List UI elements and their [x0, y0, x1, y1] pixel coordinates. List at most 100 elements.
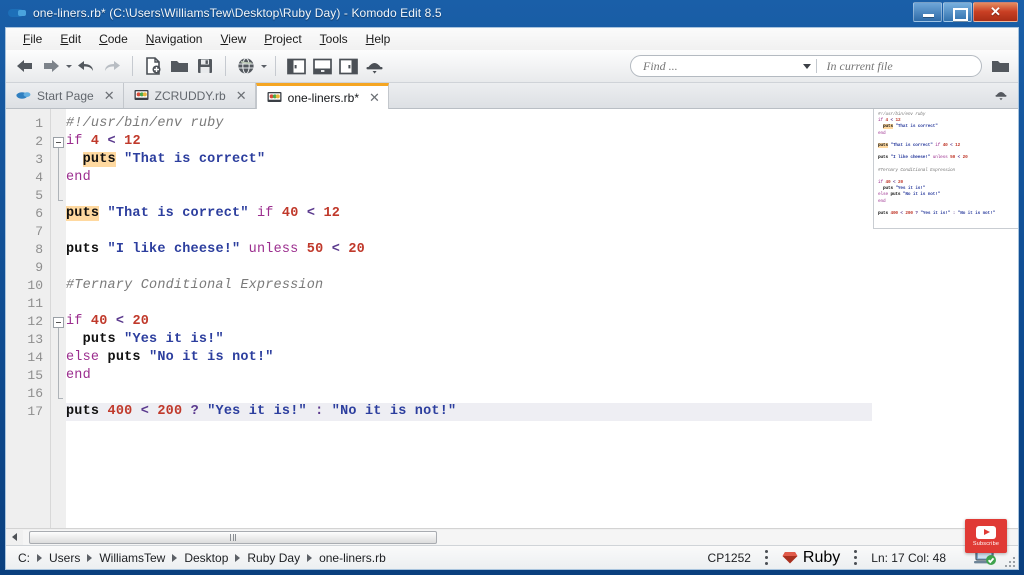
search-in-folder-icon[interactable]	[988, 55, 1012, 77]
line-number: 1	[35, 116, 43, 131]
scroll-left-icon[interactable]	[6, 530, 23, 545]
line-number: 12	[27, 314, 43, 329]
save-icon[interactable]	[192, 53, 218, 79]
tab-list-dropdown-icon[interactable]	[992, 85, 1010, 105]
search-history-dropdown-icon[interactable]	[798, 64, 816, 69]
fold-toggle-icon[interactable]	[53, 137, 64, 148]
menu-tools[interactable]: Tools	[311, 30, 357, 48]
code-token: 40	[281, 206, 299, 221]
minimap-token: #!/usr/bin/env ruby	[878, 112, 926, 117]
open-folder-icon[interactable]	[166, 53, 192, 79]
code-line[interactable]: #Ternary Conditional Expression	[66, 277, 323, 295]
right-pane-icon[interactable]	[335, 53, 361, 79]
bottom-pane-icon[interactable]	[309, 53, 335, 79]
breadcrumb-separator-icon	[87, 553, 93, 562]
close-icon[interactable]: ✕	[369, 91, 380, 104]
tab-start-page[interactable]: Start Page ✕	[6, 83, 124, 108]
code-folding-column[interactable]	[51, 109, 66, 528]
back-icon[interactable]	[12, 53, 38, 79]
code-token: <	[306, 206, 316, 221]
tab-one-liners-rb[interactable]: one-liners.rb* ✕	[255, 83, 389, 109]
new-file-icon[interactable]	[140, 53, 166, 79]
code-token: puts	[107, 350, 141, 365]
undo-icon[interactable]	[73, 53, 99, 79]
encoding-status[interactable]: CP1252	[694, 551, 765, 565]
code-token: <	[115, 314, 125, 329]
minimap[interactable]: #!/usr/bin/env ruby if 4 < 12 puts "That …	[873, 109, 1018, 229]
code-line[interactable]: else puts "No it is not!"	[66, 349, 274, 367]
menu-view[interactable]: View	[211, 30, 255, 48]
breadcrumb-item[interactable]: one-liners.rb	[319, 551, 386, 565]
menu-edit[interactable]: Edit	[51, 30, 90, 48]
left-pane-icon[interactable]	[283, 53, 309, 79]
redo-icon[interactable]	[99, 53, 125, 79]
code-line[interactable]: if 4 < 12	[66, 133, 141, 151]
minimap-token: "No it is not!"	[957, 211, 995, 216]
close-icon[interactable]: ✕	[236, 89, 247, 102]
editor-area[interactable]: 1 2 3 4 5 6 7 8 9 10 11 12 13 14 15 16 17 #!/usr/bin/env…	[6, 109, 1018, 528]
fold-range-end	[58, 398, 63, 399]
ruby-file-icon	[134, 89, 149, 102]
breadcrumb-item[interactable]: Users	[49, 551, 80, 565]
maximize-button[interactable]	[943, 2, 972, 22]
preview-dropdown-icon[interactable]	[259, 53, 268, 79]
code-token: if	[256, 206, 274, 221]
resize-grip-icon[interactable]	[1003, 555, 1015, 567]
code-line[interactable]: #!/usr/bin/env ruby	[66, 115, 224, 133]
komodo-icon	[8, 6, 26, 20]
minimap-token: puts	[890, 192, 901, 198]
breadcrumb[interactable]: C: Users WilliamsTew Desktop Ruby Day on…	[6, 551, 386, 565]
menu-help[interactable]: Help	[357, 30, 400, 48]
language-status[interactable]: Ruby	[768, 549, 854, 567]
menu-project[interactable]: Project	[255, 30, 310, 48]
code-line[interactable]: puts "Yes it is!"	[66, 331, 224, 349]
code-token: 40	[90, 314, 108, 329]
scrollbar-track[interactable]	[23, 530, 1018, 545]
minimap-token: "No it is not!"	[902, 192, 941, 198]
minimap-token: end	[878, 198, 886, 204]
code-line[interactable]: end	[66, 169, 91, 187]
search-scope-input[interactable]	[816, 58, 981, 74]
code-line[interactable]: puts "That is correct"	[66, 151, 265, 169]
close-icon[interactable]: ✕	[104, 89, 115, 102]
fold-range-end	[58, 200, 63, 201]
close-button[interactable]	[973, 2, 1018, 22]
find-bar	[630, 55, 982, 77]
search-input[interactable]	[631, 58, 798, 74]
minimap-token: #Ternary Conditional Expression	[878, 167, 956, 173]
tab-zcruddy-rb[interactable]: ZCRUDDY.rb ✕	[124, 83, 256, 108]
code-line[interactable]: end	[66, 367, 91, 385]
menu-file[interactable]: File	[14, 30, 51, 48]
youtube-subscribe-watermark[interactable]: Subscribe	[965, 519, 1007, 553]
breadcrumb-item[interactable]: Ruby Day	[247, 551, 300, 565]
line-number: 17	[27, 404, 43, 419]
code-line[interactable]: if 40 < 20	[66, 313, 149, 331]
code-line[interactable]: puts 400 < 200 ? "Yes it is!" : "No it i…	[66, 403, 456, 421]
breadcrumb-item[interactable]: Desktop	[184, 551, 228, 565]
menu-navigation[interactable]: Navigation	[137, 30, 212, 48]
forward-dropdown-icon[interactable]	[64, 53, 73, 79]
minimize-button[interactable]	[913, 2, 942, 22]
code-line[interactable]: puts "That is correct" if 40 < 12	[66, 205, 340, 223]
forward-icon[interactable]	[38, 53, 64, 79]
breadcrumb-item[interactable]: WilliamsTew	[99, 551, 165, 565]
line-number: 16	[27, 386, 43, 401]
print-icon[interactable]	[361, 53, 387, 79]
scrollbar-thumb[interactable]	[29, 531, 437, 544]
code-token: unless	[248, 242, 299, 257]
preview-browser-icon[interactable]	[233, 53, 259, 79]
horizontal-scrollbar[interactable]	[6, 528, 1018, 545]
code-token: 12	[124, 134, 141, 149]
fold-toggle-icon[interactable]	[53, 317, 64, 328]
cursor-position-status[interactable]: Ln: 17 Col: 48	[857, 551, 960, 565]
menu-code[interactable]: Code	[90, 30, 137, 48]
code-line[interactable]: puts "I like cheese!" unless 50 < 20	[66, 241, 365, 259]
code-token: end	[66, 368, 91, 383]
breadcrumb-item[interactable]: C:	[18, 551, 30, 565]
